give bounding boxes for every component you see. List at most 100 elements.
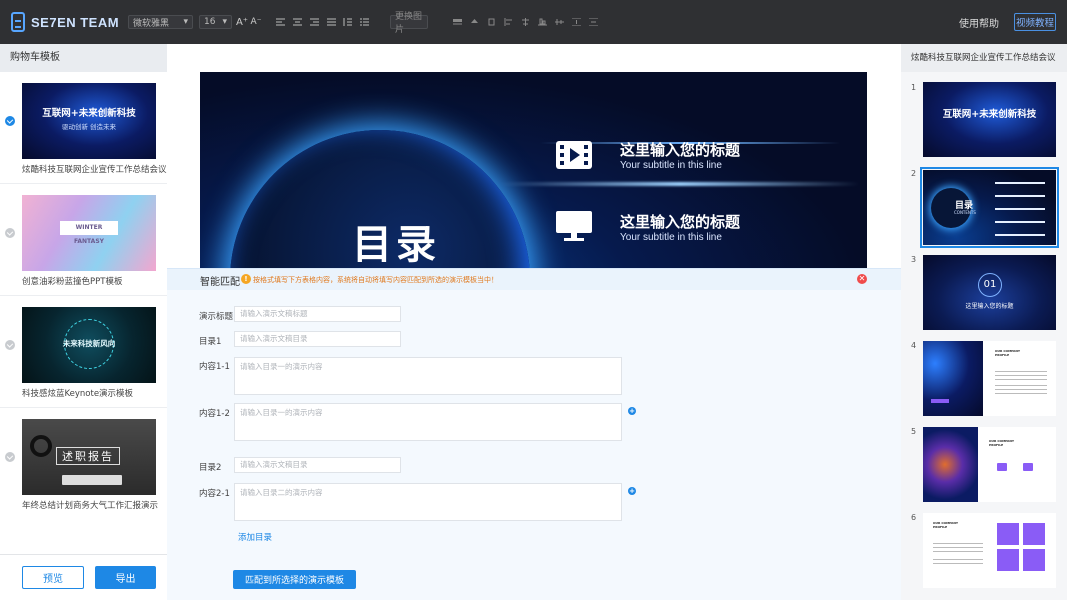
align-objects-middle-icon[interactable]	[554, 15, 564, 29]
slide-number: 3	[911, 255, 917, 264]
slide-canvas[interactable]: 目录 这里输入您的标题 Your subtitle in this line 这…	[200, 72, 867, 268]
close-icon[interactable]: ✕	[857, 274, 867, 284]
video-tutorial-button[interactable]: 视频教程	[1014, 13, 1056, 31]
line-spacing-icon[interactable]	[342, 15, 352, 29]
template-name: 炫酷科技互联网企业宣传工作总结会议	[22, 165, 167, 175]
align-objects-left-icon[interactable]	[503, 15, 513, 29]
font-shrink-icon[interactable]: A⁻	[251, 15, 262, 29]
distribute-vertical-icon[interactable]	[588, 15, 598, 29]
font-size-value: 16	[204, 17, 216, 27]
align-right-icon[interactable]	[309, 15, 319, 29]
item-title[interactable]: 这里输入您的标题	[620, 139, 740, 160]
layer-top-icon[interactable]	[452, 15, 462, 29]
slide-thumbnail[interactable]: 目录 CONTENTS	[920, 167, 1059, 248]
top-toolbar: SE7EN TEAM 微软雅黑 ▾ 16 ▾ A⁺ A⁻ 更换图片 使用帮助 视频教…	[0, 0, 1067, 44]
check-icon[interactable]	[5, 340, 15, 350]
smart-match-tip: 按格式填写下方表格内容，系统将自动将填写内容匹配到所选的演示模板当中！	[253, 276, 498, 284]
slide-number: 6	[911, 513, 917, 522]
slide-heading[interactable]: 目录	[352, 212, 440, 268]
thumb-title: OUR COMPANY PROFILE	[989, 439, 1015, 447]
font-family-value: 微软雅黑	[133, 18, 170, 29]
check-icon[interactable]	[5, 228, 15, 238]
brand-logo[interactable]: SE7EN TEAM	[11, 11, 119, 33]
panel-title: 购物车模板	[0, 44, 167, 72]
slide-thumbnail[interactable]: OUR COMPANY PROFILE	[923, 513, 1056, 588]
smart-match-label: 智能匹配	[200, 277, 240, 288]
smart-match-bar: 智能匹配 ! 按格式填写下方表格内容，系统将自动将填写内容匹配到所选的演示模板当…	[167, 268, 901, 290]
item-subtitle[interactable]: Your subtitle in this line	[620, 160, 722, 171]
thumb-icon	[1023, 463, 1033, 471]
monitor-icon[interactable]	[554, 210, 594, 242]
item-title[interactable]: 这里输入您的标题	[620, 211, 740, 232]
panel-title: 炫酷科技互联网企业宣传工作总结会议	[901, 44, 1067, 72]
dir2-input[interactable]: 请输入演示文稿目录	[234, 457, 401, 473]
content-1-1-textarea[interactable]: 请输入目录一的演示内容	[234, 357, 622, 395]
font-size-select[interactable]: 16 ▾	[199, 15, 232, 29]
template-thumbnail: 述职报告	[22, 419, 156, 495]
template-thumbnail: WINTER FANTASY	[22, 195, 156, 271]
add-directory-link[interactable]: 添加目录	[238, 531, 272, 543]
preview-button[interactable]: 预览	[22, 566, 84, 589]
panel-footer: 预览 导出	[0, 554, 167, 600]
thumb-title: 述职报告	[56, 447, 120, 465]
template-item[interactable]: 互联网+未来创新科技 驱动创新 创造未来 炫酷科技互联网企业宣传工作总结会议	[0, 72, 167, 184]
thumb-subtitle: 这里输入您的标题	[965, 303, 1014, 310]
list-icon[interactable]	[359, 15, 369, 29]
add-content-icon[interactable]: +	[628, 407, 636, 415]
thumb-subtitle: CONTENTS	[954, 210, 976, 215]
align-objects-center-icon[interactable]	[520, 15, 530, 29]
template-name: 创意油彩粉蓝撞色PPT模板	[22, 277, 123, 287]
font-grow-icon[interactable]: A⁺	[236, 15, 248, 29]
help-link[interactable]: 使用帮助	[959, 15, 999, 30]
title-input[interactable]: 请输入演示文稿标题	[234, 306, 401, 322]
warning-icon: !	[241, 274, 251, 284]
align-center-icon[interactable]	[292, 15, 302, 29]
thumb-image	[923, 341, 983, 416]
dir1-input[interactable]: 请输入演示文稿目录	[234, 331, 401, 347]
slide-thumbnail[interactable]: OUR COMPANY PROFILE	[923, 427, 1056, 502]
align-justify-icon[interactable]	[326, 15, 336, 29]
align-left-icon[interactable]	[275, 15, 285, 29]
slide-thumbnail[interactable]: OUR COMPANY PROFILE	[923, 341, 1056, 416]
content-1-2-textarea[interactable]: 请输入目录一的演示内容	[234, 403, 622, 441]
layer-up-icon[interactable]	[469, 15, 479, 29]
add-content-icon[interactable]: +	[628, 487, 636, 495]
thumb-image	[923, 427, 978, 502]
item-subtitle[interactable]: Your subtitle in this line	[620, 232, 722, 243]
thumb-title: 互联网+未来创新科技	[42, 108, 136, 119]
logo-icon	[11, 12, 25, 32]
template-item[interactable]: 未来科技新风向 科技感炫蓝Keynote演示模板	[0, 296, 167, 408]
thumb-title: OUR COMPANY PROFILE	[933, 521, 959, 529]
distribute-icon[interactable]	[571, 15, 581, 29]
slide-thumbnail[interactable]: 互联网+未来创新科技	[923, 82, 1056, 157]
layer-down-icon[interactable]	[486, 15, 496, 29]
content-2-1-textarea[interactable]: 请输入目录二的演示内容	[234, 483, 622, 521]
check-icon[interactable]	[5, 116, 15, 126]
thumb-title: WINTER FANTASY	[60, 221, 118, 245]
text-lines	[933, 543, 983, 544]
replace-image-button[interactable]: 更换图片	[390, 12, 428, 35]
slide-number: 2	[911, 169, 917, 178]
thumb-subtitle: 驱动创新 创造未来	[61, 123, 117, 131]
slide-thumbnail[interactable]: 01 这里输入您的标题	[923, 255, 1056, 330]
check-icon[interactable]	[5, 452, 15, 462]
thumb-tile	[997, 549, 1019, 571]
thumb-tile	[1023, 523, 1045, 545]
export-button[interactable]: 导出	[95, 566, 156, 589]
font-family-select[interactable]: 微软雅黑 ▾	[128, 15, 193, 29]
thumb-tile	[1023, 549, 1045, 571]
template-item[interactable]: 述职报告 年终总结计划商务大气工作汇报演示	[0, 408, 167, 520]
video-icon[interactable]	[554, 139, 594, 171]
align-objects-bottom-icon[interactable]	[537, 15, 547, 29]
thumb-title: 01	[978, 273, 1002, 297]
light-flare	[500, 182, 860, 186]
template-item[interactable]: WINTER FANTASY 创意油彩粉蓝撞色PPT模板	[0, 184, 167, 296]
item-lines	[995, 182, 1045, 184]
logo-text: SE7EN TEAM	[31, 14, 120, 30]
slide-list-panel: 炫酷科技互联网企业宣传工作总结会议 1 互联网+未来创新科技 2 目录 CONT…	[901, 44, 1067, 600]
thumb-button	[931, 399, 949, 403]
keyboard-graphic	[62, 475, 122, 485]
match-template-button[interactable]: 匹配到所选择的演示模板	[233, 570, 356, 589]
template-thumbnail: 未来科技新风向	[22, 307, 156, 383]
editor-area: 目录 这里输入您的标题 Your subtitle in this line 这…	[167, 44, 901, 600]
